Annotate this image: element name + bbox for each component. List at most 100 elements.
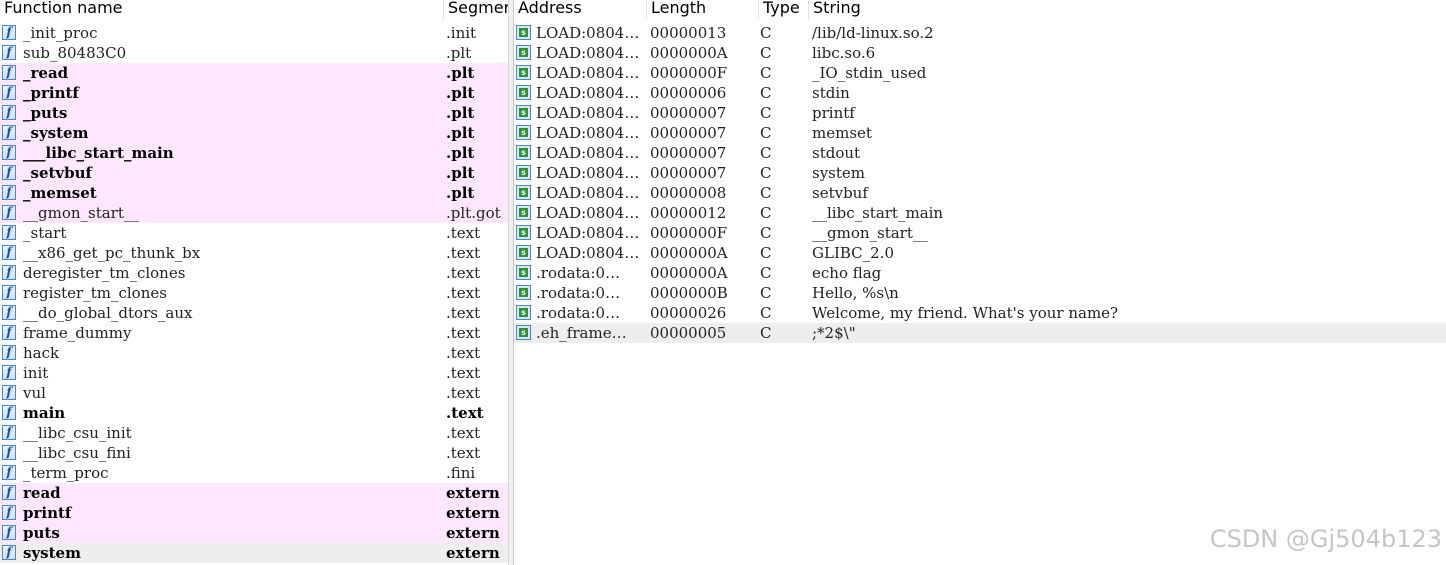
column-header-length[interactable]: Length — [647, 0, 759, 20]
function-row[interactable]: f printf extern — [0, 503, 508, 523]
string-string: printf — [812, 104, 855, 122]
function-row[interactable]: f frame_dummy .text — [0, 323, 508, 343]
function-row[interactable]: f hack .text — [0, 343, 508, 363]
function-segment: .text — [446, 424, 481, 442]
function-name: main — [23, 404, 66, 422]
string-length: 00000007 — [650, 104, 727, 122]
string-row[interactable]: s LOAD:0804… 00000008 Csetvbuf — [514, 183, 1446, 203]
function-segment: extern — [446, 484, 500, 502]
function-row[interactable]: f _puts .plt — [0, 103, 508, 123]
string-row[interactable]: s LOAD:0804… 00000006 Cstdin — [514, 83, 1446, 103]
column-header-function-name[interactable]: Function name — [0, 0, 444, 20]
function-row[interactable]: f vul .text — [0, 383, 508, 403]
string-string: __libc_start_main — [812, 204, 944, 222]
string-icon: s — [516, 25, 531, 40]
function-row[interactable]: f _memset .plt — [0, 183, 508, 203]
string-type: C — [760, 204, 772, 222]
string-length: 00000007 — [650, 124, 727, 142]
function-row[interactable]: f _printf .plt — [0, 83, 508, 103]
column-header-type[interactable]: Type — [759, 0, 809, 20]
string-string: /lib/ld-linux.so.2 — [812, 24, 934, 42]
function-icon: f — [2, 445, 16, 460]
function-segment: .text — [446, 404, 484, 422]
string-length: 0000000F — [650, 224, 728, 242]
function-segment: .text — [446, 344, 481, 362]
string-icon-glyph: s — [519, 328, 528, 337]
string-row[interactable]: s .rodata:0… 0000000B C Hello, %s\n — [514, 283, 1446, 303]
string-length: 0000000F — [650, 64, 728, 82]
string-address: LOAD:0804… — [536, 144, 640, 162]
function-row[interactable]: f sub_80483C0 .plt — [0, 43, 508, 63]
function-icon: f — [2, 285, 16, 300]
string-row[interactable]: s LOAD:0804… 00000007 Cmemset — [514, 123, 1446, 143]
function-row[interactable]: f __x86_get_pc_thunk_bx .text — [0, 243, 508, 263]
string-row[interactable]: s LOAD:0804… 0000000A Clibc.so.6 — [514, 43, 1446, 63]
string-icon-glyph: s — [519, 308, 528, 317]
function-row[interactable]: f system extern — [0, 543, 508, 563]
function-row[interactable]: f __gmon_start__ .plt.got — [0, 203, 508, 223]
string-row[interactable]: s .rodata:0… 0000000A Cecho flag — [514, 263, 1446, 283]
function-segment: .text — [446, 284, 481, 302]
column-header-segment[interactable]: Segment — [444, 0, 508, 20]
function-name: sub_80483C0 — [23, 44, 127, 62]
function-row[interactable]: f __do_global_dtors_aux .text — [0, 303, 508, 323]
function-name: _puts — [23, 104, 68, 122]
string-string: libc.so.6 — [812, 44, 876, 62]
function-row[interactable]: f _system .plt — [0, 123, 508, 143]
function-row[interactable]: f puts extern — [0, 523, 508, 543]
function-icon: f — [2, 145, 16, 160]
function-row[interactable]: f __libc_csu_fini .text — [0, 443, 508, 463]
function-icon: f — [2, 305, 16, 320]
string-row[interactable]: s .rodata:0… 00000026 C Welcome, my friend. … — [514, 303, 1446, 323]
string-length: 0000000A — [650, 264, 728, 282]
string-row[interactable]: s .eh_frame… 00000005 C ;*2$\" — [514, 323, 1446, 343]
function-segment: .fini — [446, 464, 476, 482]
string-row[interactable]: s LOAD:0804… 0000000A C GLIBC_2.0 — [514, 243, 1446, 263]
function-icon: f — [2, 545, 16, 560]
string-row[interactable]: s LOAD:0804… 00000012 C __libc_start_main — [514, 203, 1446, 223]
function-name: system — [23, 544, 81, 562]
function-row[interactable]: f _init_proc .init — [0, 23, 508, 43]
function-segment: .text — [446, 224, 481, 242]
string-row[interactable]: s LOAD:0804… 0000000F C _IO_stdin_used — [514, 63, 1446, 83]
function-icon: f — [2, 425, 16, 440]
function-row[interactable]: f __libc_csu_init .text — [0, 423, 508, 443]
function-name: frame_dummy — [23, 324, 132, 342]
function-name: __x86_get_pc_thunk_bx — [23, 244, 201, 262]
string-row[interactable]: s LOAD:0804… 00000013 C/lib/ld-linux.so.2 — [514, 23, 1446, 43]
string-type: C — [760, 104, 772, 122]
string-row[interactable]: s LOAD:0804… 00000007 Csystem — [514, 163, 1446, 183]
string-row[interactable]: s LOAD:0804… 00000007 Cprintf — [514, 103, 1446, 123]
function-row[interactable]: f _start .text — [0, 223, 508, 243]
function-row[interactable]: f ___libc_start_main .plt — [0, 143, 508, 163]
string-icon: s — [516, 305, 531, 320]
string-string: stdin — [812, 84, 850, 102]
function-icon: f — [2, 245, 16, 260]
string-row[interactable]: s LOAD:0804… 0000000F C __gmon_start__ — [514, 223, 1446, 243]
column-header-address[interactable]: Address — [514, 0, 647, 20]
function-row[interactable]: f register_tm_clones .text — [0, 283, 508, 303]
functions-pane: Function name Segment f_init_proc.initfs… — [0, 0, 508, 565]
function-row[interactable]: f _term_proc .fini — [0, 463, 508, 483]
function-row[interactable]: f read extern — [0, 483, 508, 503]
function-name: puts — [23, 524, 60, 542]
string-length: 00000012 — [650, 204, 727, 222]
string-type: C — [760, 304, 772, 322]
function-name: register_tm_clones — [23, 284, 167, 302]
function-row[interactable]: f _read .plt — [0, 63, 508, 83]
string-icon: s — [516, 145, 531, 160]
string-string: echo flag — [812, 264, 882, 282]
function-name: __do_global_dtors_aux — [23, 304, 193, 322]
string-type: C — [760, 24, 772, 42]
function-row[interactable]: f main .text — [0, 403, 508, 423]
column-header-string[interactable]: String — [809, 0, 1446, 20]
string-address: .rodata:0… — [536, 304, 621, 322]
function-name: deregister_tm_clones — [23, 264, 186, 282]
string-string: Welcome, my friend. What's your name? — [812, 304, 1119, 322]
function-row[interactable]: f _setvbuf .plt — [0, 163, 508, 183]
string-row[interactable]: s LOAD:0804… 00000007 Cstdout — [514, 143, 1446, 163]
function-row[interactable]: f deregister_tm_clones .text — [0, 263, 508, 283]
string-address: .rodata:0… — [536, 284, 621, 302]
string-icon: s — [516, 225, 531, 240]
function-row[interactable]: f init .text — [0, 363, 508, 383]
